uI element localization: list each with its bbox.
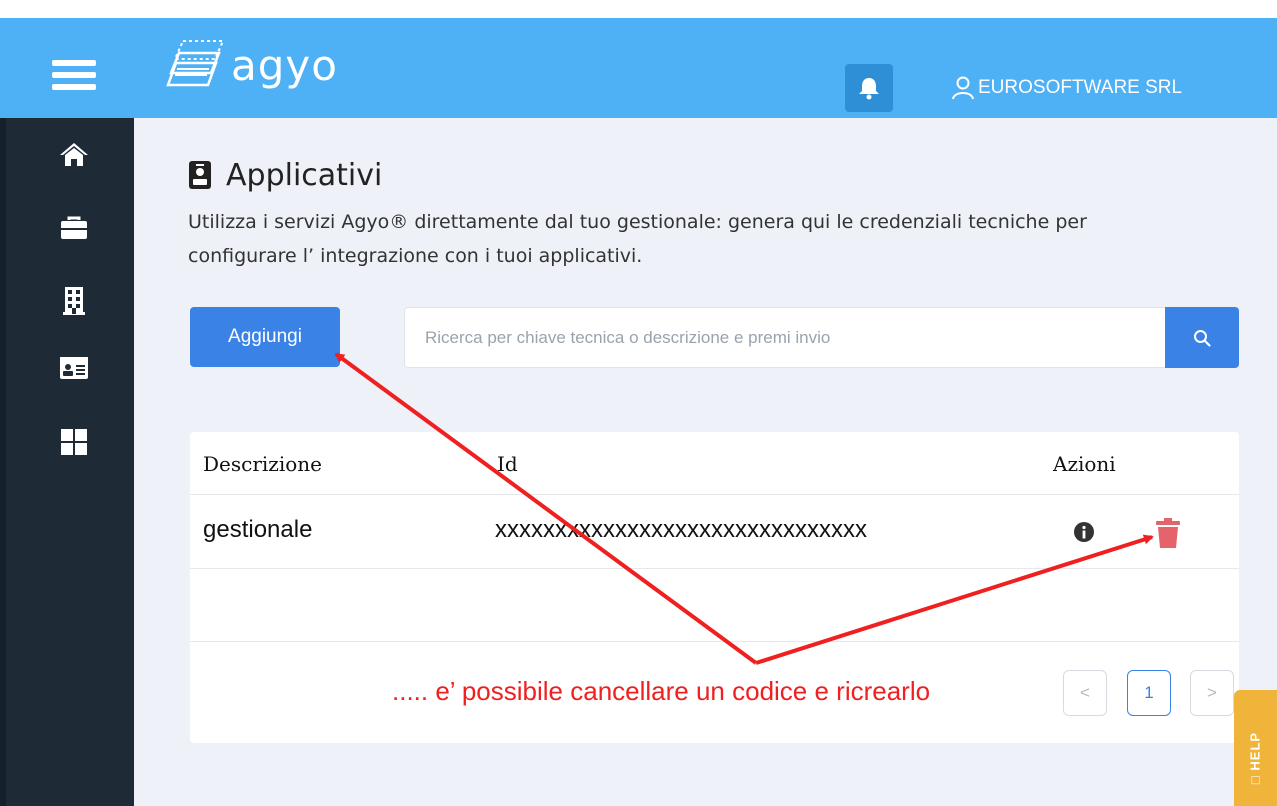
column-header-id: Id: [497, 452, 518, 476]
pagination-next[interactable]: >: [1190, 670, 1234, 716]
briefcase-icon: [61, 216, 87, 239]
home-icon: [60, 143, 88, 166]
row-descrizione: gestionale: [203, 516, 313, 543]
add-button[interactable]: Aggiungi: [190, 307, 340, 367]
user-menu[interactable]: EUROSOFTWARE SRL: [952, 68, 1182, 108]
building-icon: [63, 287, 85, 315]
id-card-icon: [60, 357, 88, 379]
user-icon: [952, 76, 974, 100]
id-badge-icon: [189, 161, 211, 189]
sidebar-item-dashboard[interactable]: [56, 424, 92, 460]
grid-icon: [61, 429, 87, 455]
app-header: agyo EUROSOFTWARE SRL: [0, 18, 1277, 118]
info-button[interactable]: [1072, 520, 1096, 544]
sidebar-item-home[interactable]: [56, 136, 92, 172]
pagination-page-1[interactable]: 1: [1127, 670, 1171, 716]
row-divider: [190, 568, 1239, 569]
notifications-button[interactable]: [845, 64, 893, 112]
bell-icon: [859, 78, 879, 100]
sidebar-item-applicativi[interactable]: [56, 350, 92, 386]
search-input[interactable]: [404, 307, 1166, 368]
trash-icon: [1156, 518, 1180, 548]
logo-text: agyo: [231, 40, 338, 90]
page-description-line-1: Utilizza i servizi Agyo® direttamente da…: [188, 211, 1087, 233]
info-icon: [1074, 522, 1094, 542]
hamburger-menu-icon[interactable]: [52, 58, 96, 92]
footer-divider: [190, 641, 1239, 642]
page-description-line-2: configurare l’ integrazione con i tuoi a…: [188, 245, 643, 267]
column-header-azioni: Azioni: [1053, 452, 1116, 476]
search-button[interactable]: [1165, 307, 1239, 368]
row-id: xxxxxxxxxxxxxxxxxxxxxxxxxxxxxxx: [495, 516, 867, 543]
delete-button[interactable]: [1153, 515, 1183, 551]
app-logo[interactable]: agyo: [165, 30, 338, 100]
sidebar-edge: [0, 118, 6, 806]
sidebar-item-building[interactable]: [56, 283, 92, 319]
annotation-text: ..... e’ possibile cancellare un codice …: [392, 676, 931, 706]
sidebar-item-briefcase[interactable]: [56, 210, 92, 246]
help-label: □ HELP: [1247, 731, 1263, 785]
pagination-prev[interactable]: <: [1063, 670, 1107, 716]
agyo-logo-icon: [166, 40, 225, 87]
user-name: EUROSOFTWARE SRL: [978, 77, 1183, 98]
header-divider: [190, 494, 1239, 495]
page-header: Applicativi: [188, 155, 382, 195]
page-title: Applicativi: [226, 157, 383, 193]
column-header-descrizione: Descrizione: [203, 452, 322, 476]
search-icon: [1194, 329, 1211, 347]
sidebar: [0, 118, 134, 806]
help-tab[interactable]: □ HELP: [1234, 690, 1277, 806]
page-description: Utilizza i servizi Agyo® direttamente da…: [188, 205, 1248, 273]
